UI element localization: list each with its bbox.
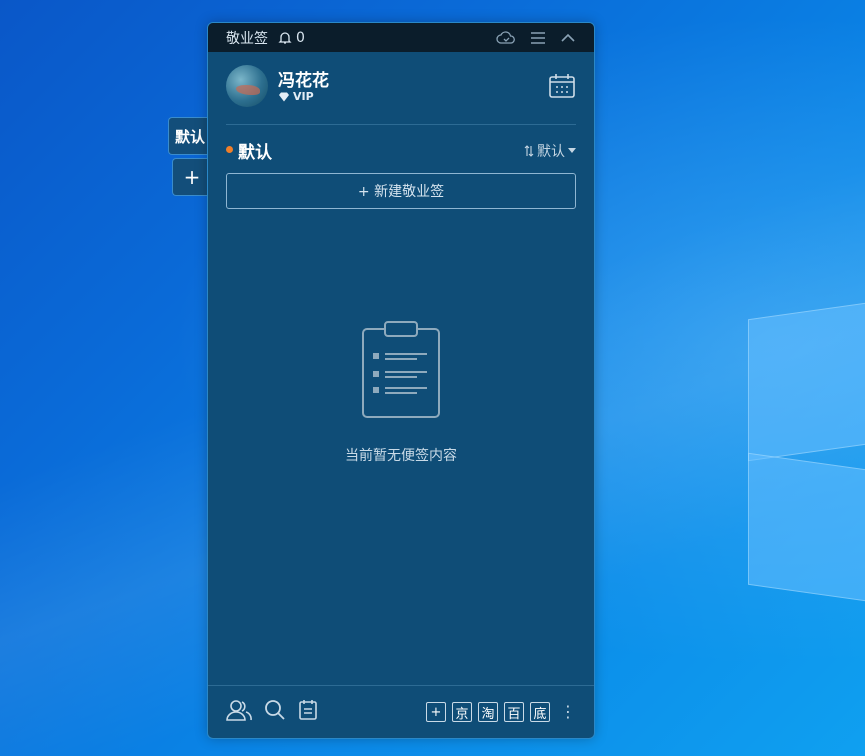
shortcut-jd-button[interactable]: 京 bbox=[452, 702, 472, 722]
empty-message: 当前暂无便签内容 bbox=[345, 448, 457, 464]
shortcut-taobao-button[interactable]: 淘 bbox=[478, 702, 498, 722]
calendar-icon[interactable] bbox=[548, 72, 576, 104]
vip-label: VIP bbox=[293, 90, 314, 103]
shortcut-baidu-button[interactable]: 百 bbox=[504, 702, 524, 722]
notes-list-icon[interactable] bbox=[298, 699, 318, 725]
side-tab-add[interactable]: + bbox=[172, 158, 211, 196]
windows-logo-pane-top bbox=[748, 300, 865, 462]
titlebar: 敬业签 0 bbox=[208, 23, 594, 52]
side-tab-default[interactable]: 默认 bbox=[168, 117, 211, 155]
windows-logo-pane-bottom bbox=[748, 452, 865, 604]
list-header: 默认 默认 bbox=[226, 125, 576, 173]
bottom-toolbar: + 京 淘 百 底 ⋮ bbox=[208, 685, 594, 738]
collapse-icon[interactable] bbox=[560, 31, 576, 45]
new-note-button[interactable]: + 新建敬业签 bbox=[226, 173, 576, 209]
category-label[interactable]: 默认 bbox=[238, 138, 272, 163]
category-dot bbox=[226, 146, 233, 153]
notification-button[interactable]: 0 bbox=[278, 30, 305, 46]
cloud-sync-icon[interactable] bbox=[496, 30, 516, 46]
username: 冯花花 bbox=[278, 71, 329, 91]
caret-down-icon bbox=[568, 148, 576, 153]
vip-badge: VIP bbox=[278, 90, 314, 103]
sort-icon bbox=[524, 145, 534, 157]
shortcut-add-button[interactable]: + bbox=[426, 702, 446, 722]
more-options-icon[interactable]: ⋮ bbox=[560, 704, 576, 720]
menu-icon[interactable] bbox=[530, 31, 546, 45]
profile-area: 冯花花 VIP bbox=[226, 52, 576, 125]
app-title: 敬业签 bbox=[226, 30, 268, 47]
search-icon[interactable] bbox=[264, 699, 286, 725]
clipboard-icon bbox=[362, 321, 440, 418]
shortcut-bottom-button[interactable]: 底 bbox=[530, 702, 550, 722]
sort-label: 默认 bbox=[537, 144, 565, 160]
avatar[interactable] bbox=[226, 65, 268, 107]
bell-icon bbox=[278, 31, 292, 44]
sticky-notes-window: 敬业签 0 冯花花 VIP 默认 默认 + 新建敬业签 当前暂无便签内容 + 京… bbox=[207, 22, 595, 739]
contacts-icon[interactable] bbox=[226, 698, 252, 726]
notification-count: 0 bbox=[296, 29, 305, 46]
windows-logo bbox=[748, 300, 865, 610]
diamond-icon bbox=[279, 92, 289, 101]
sort-dropdown[interactable]: 默认 bbox=[524, 141, 576, 161]
empty-state: 当前暂无便签内容 bbox=[208, 321, 594, 465]
